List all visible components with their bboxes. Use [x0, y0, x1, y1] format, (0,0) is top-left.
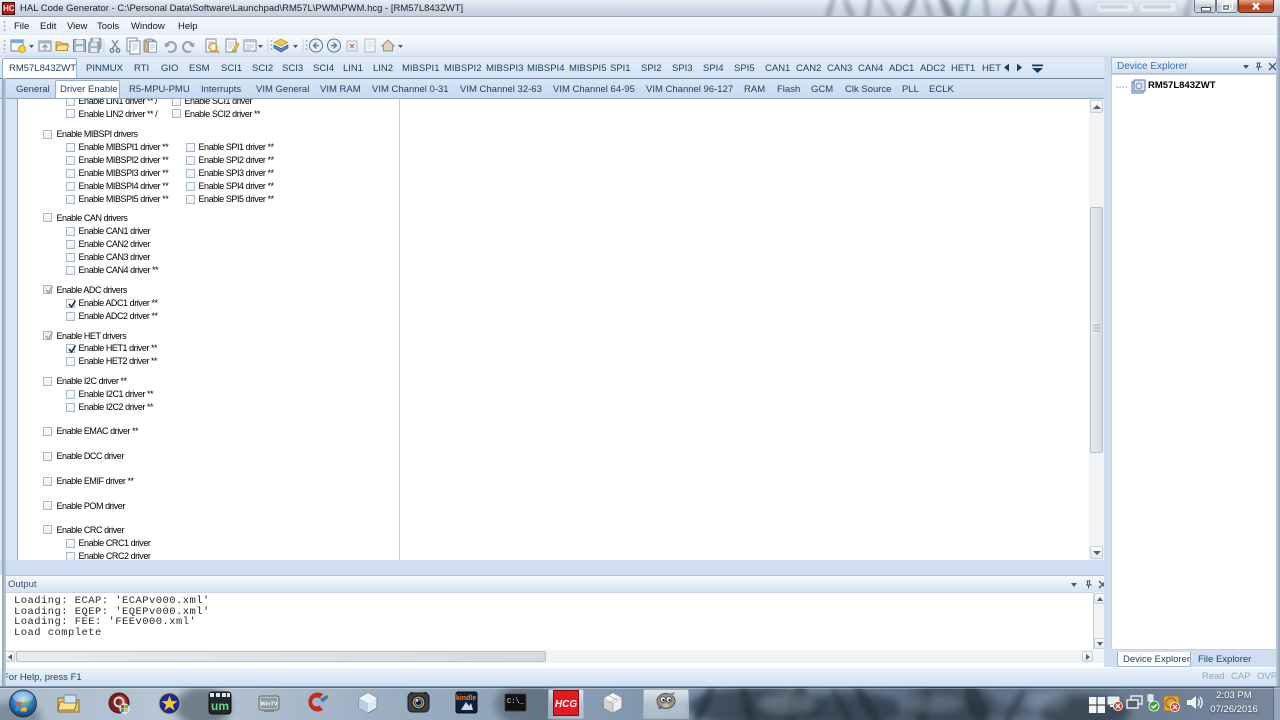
svg-text:kindle: kindle: [456, 695, 476, 702]
svg-text:WinTV: WinTV: [260, 702, 277, 708]
svg-text:HCG: HCG: [555, 699, 577, 710]
svg-text:um: um: [211, 699, 229, 713]
svg-text:C:\_: C:\_: [507, 698, 525, 706]
